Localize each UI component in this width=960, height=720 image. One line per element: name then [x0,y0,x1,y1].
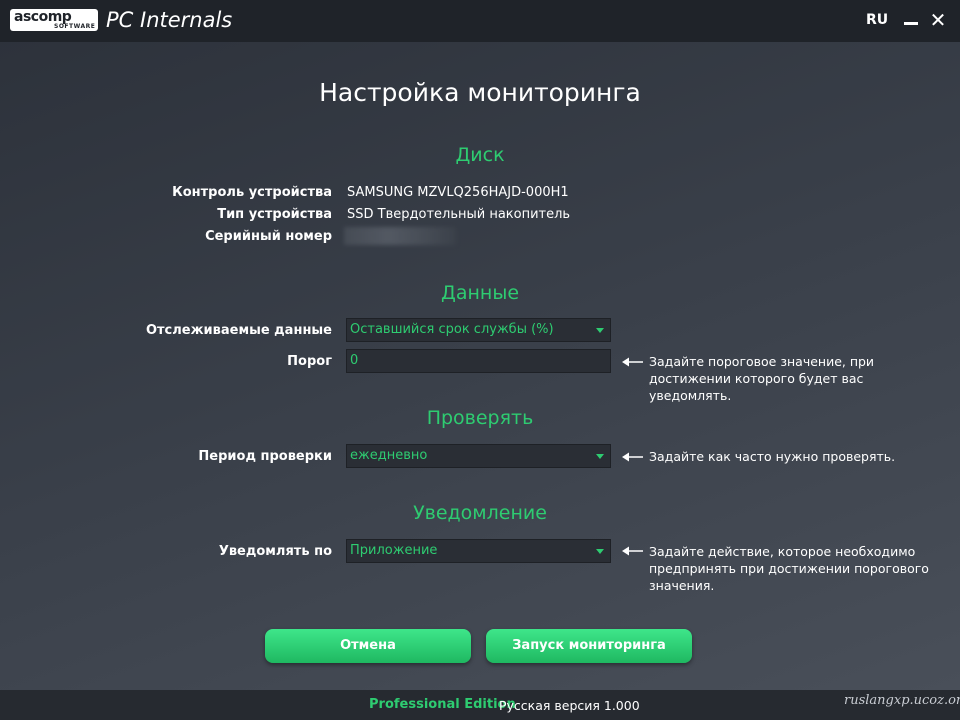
serial-number-label: Серийный номер [205,229,332,244]
device-label: Контроль устройства [172,185,332,200]
threshold-label: Порог [287,354,332,369]
notify-by-value: Приложение [350,543,438,558]
edition-label: Professional Edition [369,697,516,712]
minimize-button[interactable] [901,8,921,32]
language-selector[interactable]: RU [866,12,888,28]
arrow-left-icon [622,452,643,462]
close-button[interactable]: ✕ [927,8,949,32]
logo-subtext: SOFTWARE [54,23,96,30]
check-period-label: Период проверки [198,449,332,464]
notify-by-label: Уведомлять по [218,544,332,559]
arrow-left-icon [622,546,643,556]
section-title-disk: Диск [455,144,505,166]
device-value: SAMSUNG MZVLQ256HAJD-000H1 [347,185,569,200]
section-title-notify: Уведомление [413,502,547,524]
arrow-left-icon [622,357,643,367]
threshold-value: 0 [350,353,359,368]
threshold-hint: Задайте пороговое значение, при достижен… [649,354,875,403]
check-period-value: ежедневно [350,448,428,463]
threshold-input[interactable]: 0 [346,349,611,373]
ascomp-logo: ascomp SOFTWARE [10,9,98,31]
app-title: PC Internals [106,8,233,32]
chevron-down-icon [596,549,604,554]
close-icon: ✕ [929,8,947,32]
device-type-label: Тип устройства [217,207,332,222]
chevron-down-icon [596,328,604,333]
tracked-data-label: Отслеживаемые данные [145,323,332,338]
page-title: Настройка мониторинга [319,78,641,107]
notify-by-hint: Задайте действие, которое необходимо пре… [649,544,929,593]
notify-by-select[interactable]: Приложение [346,539,611,563]
check-period-hint: Задайте как часто нужно проверять. [649,449,896,464]
serial-number-value [344,227,456,245]
start-monitoring-button[interactable]: Запуск мониторинга [486,629,692,663]
cancel-button[interactable]: Отмена [265,629,471,663]
version-label: Русская версия 1.000 [499,698,640,713]
tracked-data-value: Оставшийся срок службы (%) [350,322,554,337]
section-title-check: Проверять [426,407,534,429]
chevron-down-icon [596,454,604,459]
tracked-data-select[interactable]: Оставшийся срок службы (%) [346,318,611,342]
device-type-value: SSD Твердотельный накопитель [347,207,571,222]
section-title-data: Данные [440,282,520,304]
check-period-select[interactable]: ежедневно [346,444,611,468]
watermark: ruslangxp.ucoz.org [844,693,960,708]
